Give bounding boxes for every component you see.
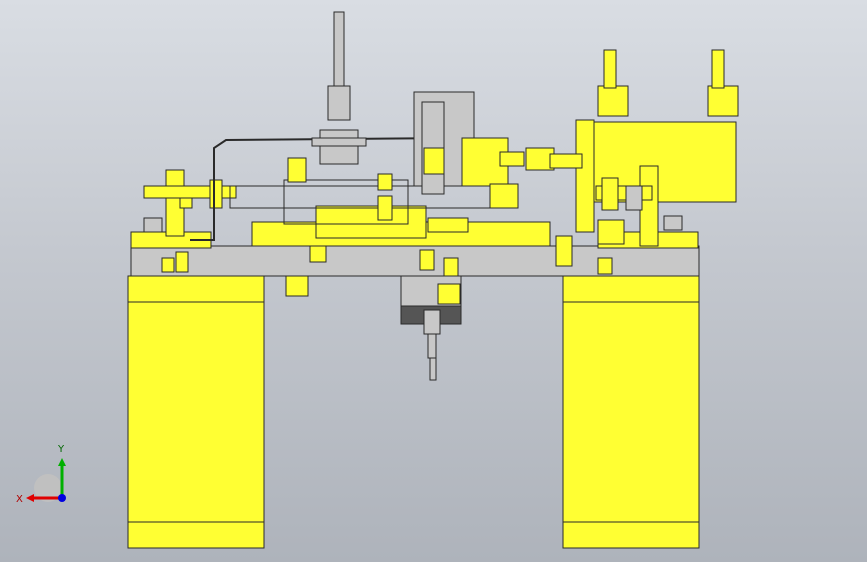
y-axis-label: Y xyxy=(57,444,65,455)
pin xyxy=(443,257,459,277)
pin xyxy=(175,251,189,273)
coordinate-triad: Y X xyxy=(16,444,66,505)
right-leg xyxy=(562,275,700,549)
pin xyxy=(285,275,309,297)
pin xyxy=(161,257,175,273)
assembly-model[interactable] xyxy=(0,0,867,562)
pin xyxy=(419,249,435,271)
base-plate xyxy=(130,245,700,277)
right-bracket xyxy=(639,165,659,247)
probe xyxy=(423,309,441,335)
pin xyxy=(555,235,573,267)
cad-viewport[interactable]: Y X xyxy=(0,0,867,562)
x-axis-label: X xyxy=(16,494,23,505)
fitting-left xyxy=(597,85,629,117)
left-leg xyxy=(127,275,265,549)
z-axis xyxy=(58,494,66,502)
pin xyxy=(597,257,613,275)
vertical-rod xyxy=(333,11,345,91)
